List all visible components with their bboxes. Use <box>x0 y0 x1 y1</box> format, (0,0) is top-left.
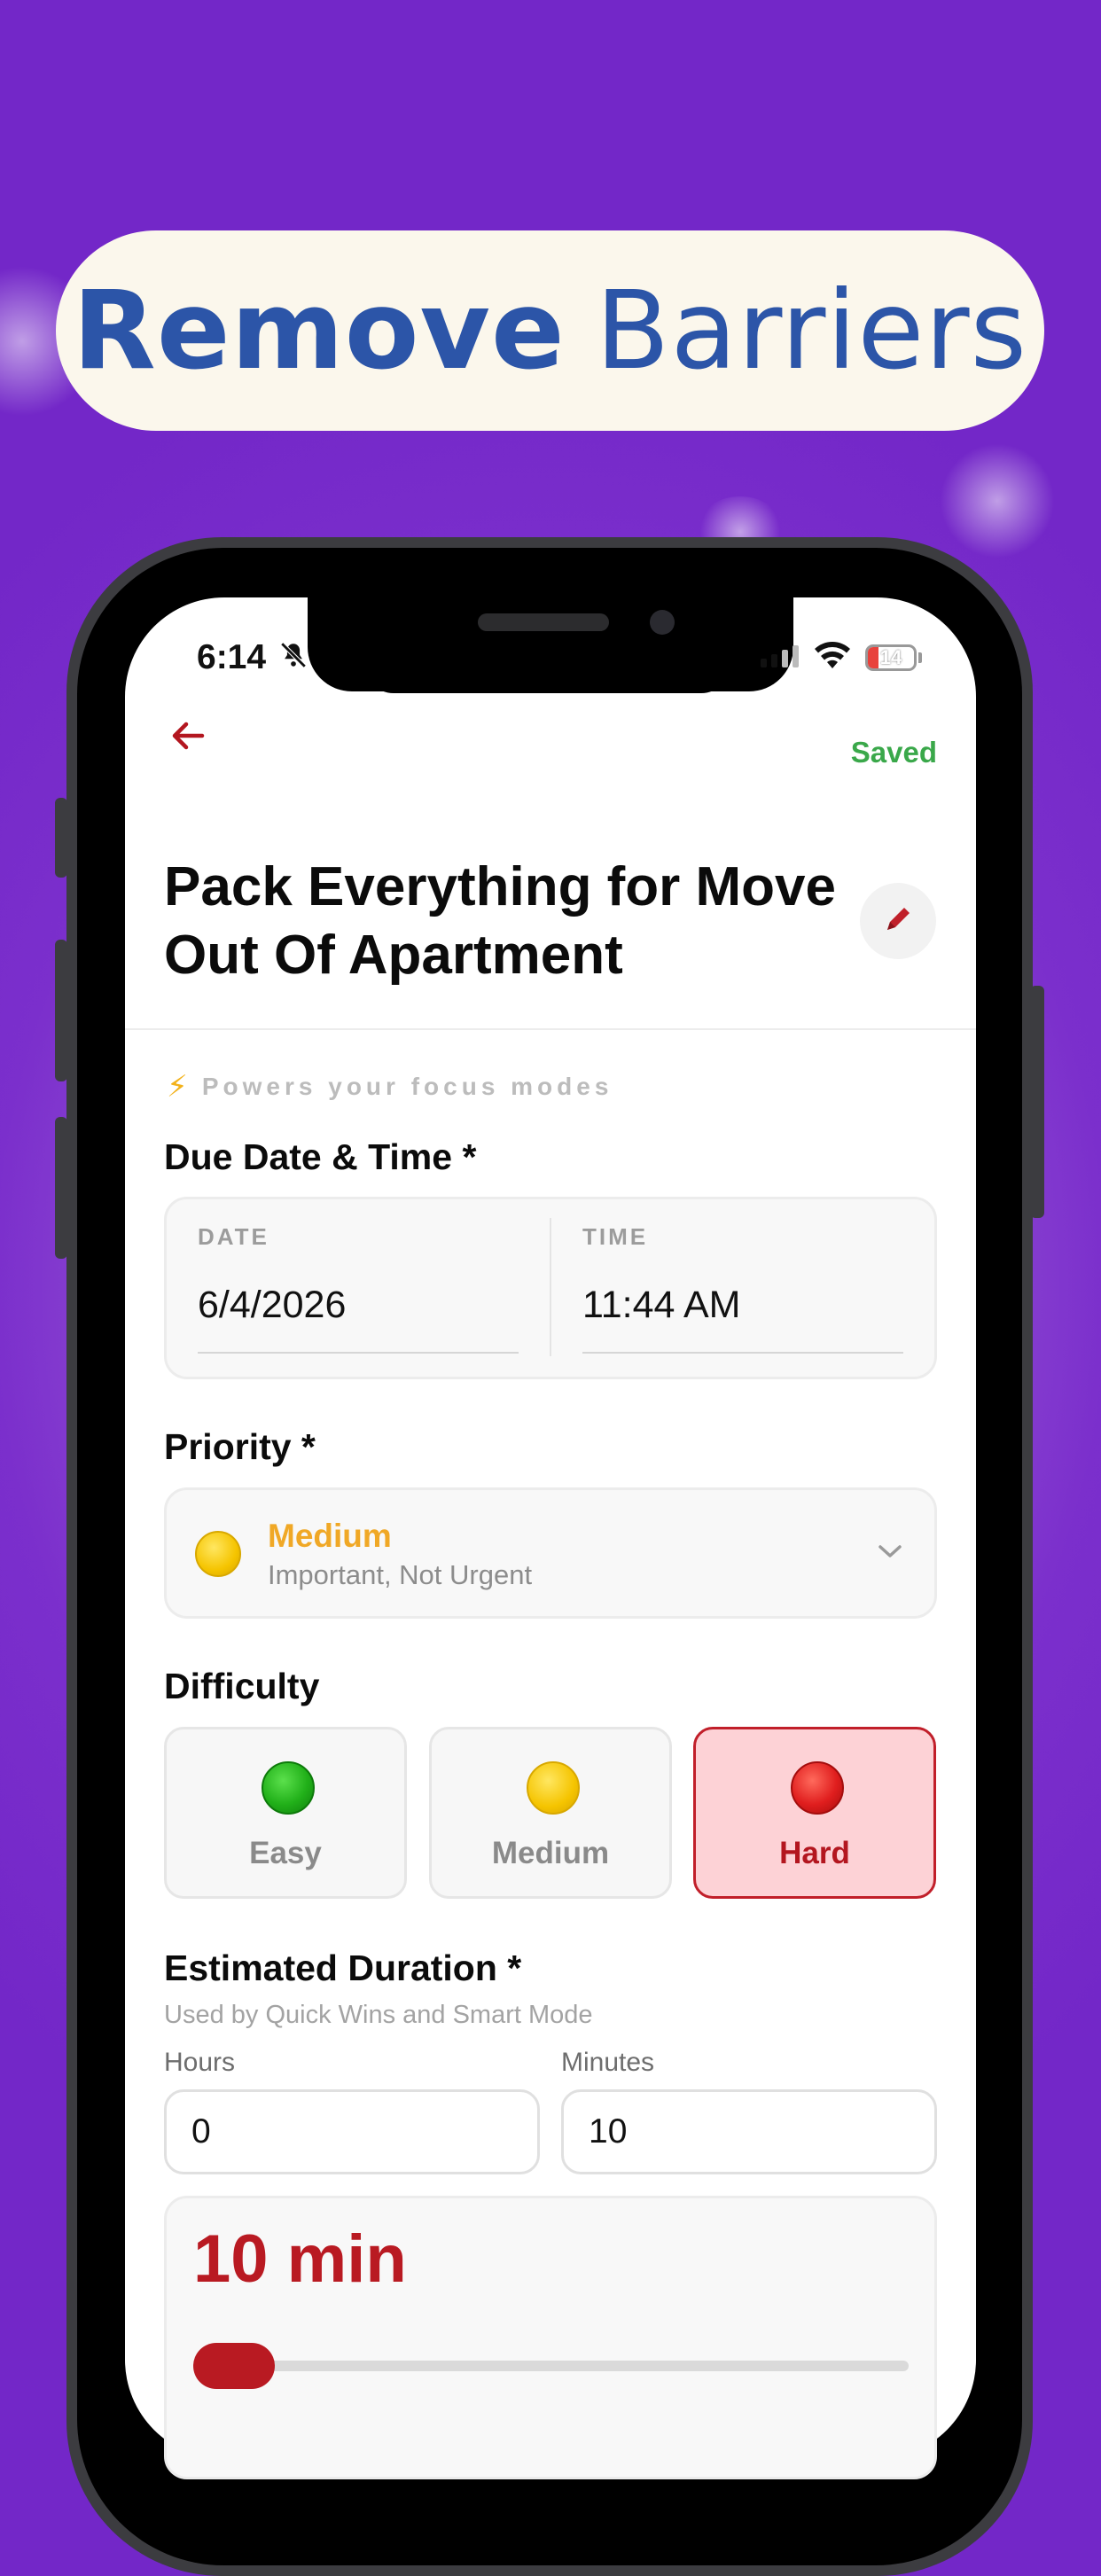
difficulty-hard-button[interactable]: Hard <box>693 1727 936 1899</box>
difficulty-hard-label: Hard <box>779 1836 850 1870</box>
status-time: 6:14 <box>197 638 267 676</box>
date-underline <box>198 1352 519 1354</box>
task-title: Pack Everything for Move Out Of Apartmen… <box>164 856 837 986</box>
green-circle-icon <box>262 1761 315 1815</box>
chevron-down-icon <box>878 1542 902 1565</box>
lightning-icon: ⚡ <box>167 1070 188 1104</box>
red-circle-icon <box>791 1761 844 1815</box>
priority-name: Medium <box>268 1518 392 1554</box>
phone-volume-up <box>55 940 67 1081</box>
headline-bold: Remove <box>72 268 566 394</box>
yellow-circle-icon <box>527 1761 580 1815</box>
priority-label: Priority * <box>164 1426 316 1467</box>
earpiece-speaker <box>478 613 609 631</box>
duration-hint: Used by Quick Wins and Smart Mode <box>164 2001 593 2029</box>
duration-slider-track[interactable] <box>204 2361 909 2371</box>
hours-input[interactable]: 0 <box>164 2089 540 2174</box>
pencil-icon <box>880 902 916 941</box>
difficulty-medium-button[interactable]: Medium <box>429 1727 672 1899</box>
cellular-signal-icon <box>761 645 799 667</box>
arrow-left-icon[interactable] <box>168 716 207 755</box>
focus-hint: ⚡ Powers your focus modes <box>167 1069 613 1105</box>
minutes-input[interactable]: 10 <box>561 2089 937 2174</box>
time-underline <box>582 1352 903 1354</box>
duration-label: Estimated Duration * <box>164 1948 522 1988</box>
priority-description: Important, Not Urgent <box>268 1559 533 1590</box>
due-date-label: Due Date & Time * <box>164 1136 477 1177</box>
date-caption: DATE <box>198 1223 269 1250</box>
hours-label: Hours <box>164 2048 236 2077</box>
promo-headline: Remove Barriers <box>56 230 1044 431</box>
phone-side-button <box>55 798 67 878</box>
battery-cap <box>918 652 922 663</box>
battery-level: 14 <box>879 646 902 668</box>
difficulty-easy-label: Easy <box>249 1836 322 1870</box>
wifi-icon <box>812 640 853 675</box>
difficulty-medium-label: Medium <box>491 1836 610 1870</box>
header-divider <box>125 1028 976 1030</box>
headline-light: Barriers <box>595 268 1028 394</box>
medium-priority-icon <box>195 1531 241 1577</box>
date-field[interactable]: 6/4/2026 <box>198 1284 346 1327</box>
front-camera <box>650 610 675 635</box>
phone-volume-down <box>55 1117 67 1259</box>
bell-muted-icon <box>278 640 308 677</box>
edit-title-button[interactable] <box>860 883 936 959</box>
duration-summary: 10 min <box>193 2221 407 2297</box>
duration-slider-thumb[interactable] <box>193 2343 275 2389</box>
due-divider <box>550 1218 551 1356</box>
difficulty-easy-button[interactable]: Easy <box>164 1727 407 1899</box>
save-status: Saved <box>850 736 937 769</box>
bokeh-light <box>940 443 1055 558</box>
dynamic-island <box>363 656 731 693</box>
minutes-label: Minutes <box>561 2048 655 2077</box>
difficulty-label: Difficulty <box>164 1666 320 1706</box>
focus-hint-text: Powers your focus modes <box>201 1073 613 1100</box>
time-field[interactable]: 11:44 AM <box>582 1284 741 1327</box>
battery-icon: 14 <box>865 644 917 671</box>
time-caption: TIME <box>582 1223 649 1250</box>
